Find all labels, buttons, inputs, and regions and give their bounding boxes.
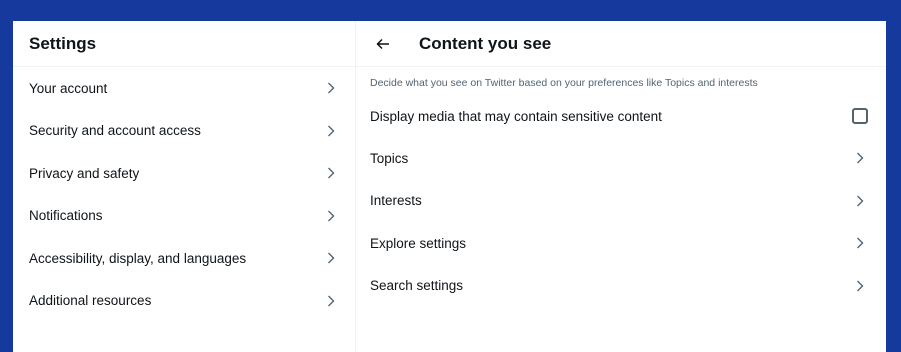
chevron-right-icon <box>325 251 337 265</box>
sidebar-item-additional-resources[interactable]: Additional resources <box>13 280 355 323</box>
sensitive-media-label: Display media that may contain sensitive… <box>370 108 662 124</box>
chevron-right-icon <box>325 209 337 223</box>
chevron-right-icon <box>854 236 866 250</box>
panel-header: Content you see <box>356 21 886 67</box>
sidebar-item-label: Accessibility, display, and languages <box>29 250 247 266</box>
settings-row-explore[interactable]: Explore settings <box>356 222 886 265</box>
settings-row-interests[interactable]: Interests <box>356 180 886 223</box>
row-label: Search settings <box>370 278 464 294</box>
sidebar-title: Settings <box>13 21 355 67</box>
sidebar-item-privacy[interactable]: Privacy and safety <box>13 152 355 195</box>
sidebar-item-label: Additional resources <box>29 293 152 309</box>
sidebar-item-label: Your account <box>29 80 108 96</box>
page-description: Decide what you see on Twitter based on … <box>370 77 758 89</box>
back-button[interactable] <box>373 34 393 54</box>
sidebar-item-label: Security and account access <box>29 123 201 139</box>
content-you-see-panel: Content you see Decide what you see on T… <box>356 21 886 352</box>
sidebar-item-accessibility[interactable]: Accessibility, display, and languages <box>13 237 355 280</box>
row-label: Topics <box>370 150 409 166</box>
row-label: Explore settings <box>370 235 467 251</box>
sidebar-item-notifications[interactable]: Notifications <box>13 195 355 238</box>
chevron-right-icon <box>325 166 337 180</box>
chevron-right-icon <box>325 294 337 308</box>
sensitive-media-setting[interactable]: Display media that may contain sensitive… <box>356 95 886 137</box>
chevron-right-icon <box>854 151 866 165</box>
row-label: Interests <box>370 193 422 209</box>
sidebar-item-label: Privacy and safety <box>29 165 140 181</box>
settings-row-search[interactable]: Search settings <box>356 265 886 308</box>
sensitive-media-checkbox[interactable] <box>852 108 868 124</box>
sidebar-item-label: Notifications <box>29 208 103 224</box>
arrow-left-icon <box>376 38 389 49</box>
chevron-right-icon <box>325 81 337 95</box>
chevron-right-icon <box>325 124 337 138</box>
settings-sidebar: Settings Your account Security and accou… <box>13 21 356 352</box>
chevron-right-icon <box>854 279 866 293</box>
settings-row-topics[interactable]: Topics <box>356 137 886 180</box>
chevron-right-icon <box>854 194 866 208</box>
sidebar-item-your-account[interactable]: Your account <box>13 67 355 110</box>
settings-window: Settings Your account Security and accou… <box>13 21 886 352</box>
sidebar-item-security[interactable]: Security and account access <box>13 110 355 153</box>
page-title: Content you see <box>419 33 552 53</box>
